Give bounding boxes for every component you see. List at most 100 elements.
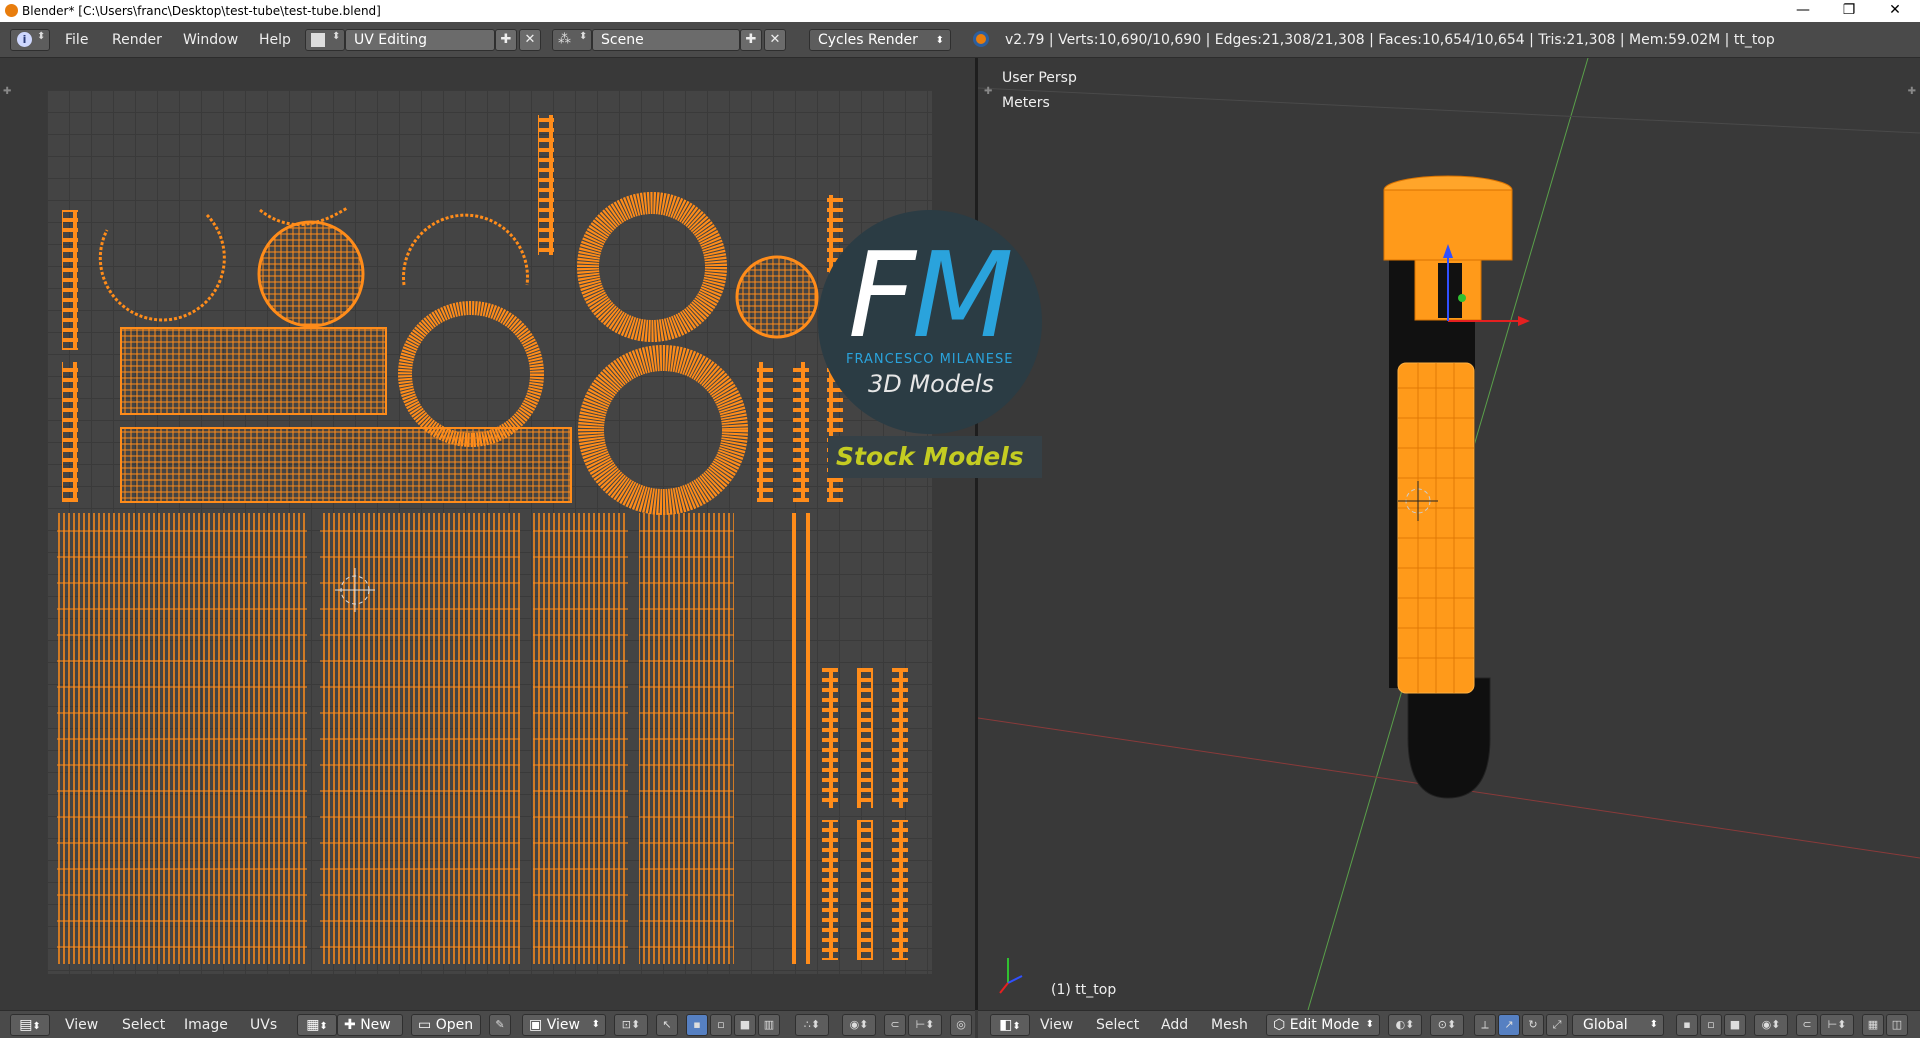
uv-island-disc-2 [735,255,819,339]
uv-menu-uvs[interactable]: UVs [250,1017,277,1033]
new-image-label: New [360,1017,391,1033]
menu-window[interactable]: Window [183,32,238,48]
image-editor-icon: ▤ [19,1017,33,1033]
menu-file[interactable]: File [65,32,88,48]
uv-menu-select[interactable]: Select [122,1017,165,1033]
edge-select-icon[interactable]: ▫ [710,1014,732,1036]
menu-help[interactable]: Help [259,32,291,48]
vertex-select-icon[interactable]: ▪ [686,1014,708,1036]
updown-arrow-icon: ⬍ [935,35,944,46]
rotate-manipulator-icon[interactable]: ↻ [1522,1014,1544,1036]
watermark-banner: Stock Models [828,436,1042,478]
window-title: Blender* [C:\Users\franc\Desktop\test-tu… [22,4,381,18]
snap-icon[interactable]: ⊂ [884,1014,906,1036]
remove-scene-button[interactable]: ✕ [764,29,786,51]
3d-viewport[interactable]: User Persp Meters (1) tt_top ✚ ✚ [978,58,1920,1010]
uv-island-ladder-5 [793,362,809,502]
view-mode-label: View [546,1017,580,1033]
minimize-button[interactable]: — [1780,0,1826,22]
plus-icon: ✚ [344,1017,361,1033]
area-split-handle-icon[interactable]: ✚ [984,86,992,97]
translate-manipulator-icon[interactable]: ↗ [1498,1014,1520,1036]
uv-island-ladder-1 [62,210,78,350]
viewport-header: ◧⬍ View Select Add Mesh ⬡ Edit Mode ⬍ ◐⬍ … [978,1010,1920,1038]
restore-button[interactable]: ❐ [1826,0,1872,22]
pin-icon[interactable]: ✎ [489,1014,511,1036]
blender-app-icon [5,4,18,17]
screen-layout-browse[interactable]: ⬍ [305,29,345,51]
open-image-button[interactable]: ▭ Open [411,1014,481,1036]
uv-island-ladder-2 [62,362,78,502]
snap-toggle-icon[interactable]: ⊂ [1796,1014,1818,1036]
logo-monogram: FM [848,236,1014,354]
remove-screen-button[interactable]: ✕ [519,29,541,51]
uv-menu-image[interactable]: Image [184,1017,228,1033]
gizmo-x-arrow-head [1518,316,1530,326]
updown-arrow-icon: ⬍ [1365,1019,1374,1030]
gizmo-y-handle [1458,294,1466,302]
area-split-handle-icon[interactable]: ✚ [1908,86,1916,97]
mode-dropdown[interactable]: ⬡ Edit Mode ⬍ [1266,1014,1380,1036]
image-browse-button[interactable]: ▦⬍ [297,1014,337,1036]
pivot-point-icon[interactable]: ⊙⬍ [1430,1014,1464,1036]
uv-island-ladder-9 [857,668,873,808]
plus-icon: ✚ [745,32,757,47]
scale-manipulator-icon[interactable]: ⤢ [1546,1014,1568,1036]
scene-field[interactable]: Scene [592,29,740,51]
transform-orientation-label: Global [1583,1017,1628,1033]
snap-target-icon[interactable]: ⊢⬍ [1820,1014,1854,1036]
viewport-menu-add[interactable]: Add [1161,1017,1188,1033]
uv-grid-canvas[interactable] [47,90,932,974]
sticky-select-icon[interactable]: ∴⬍ [795,1014,829,1036]
proportional-edit-icon[interactable]: ◉⬍ [842,1014,876,1036]
island-select-icon[interactable]: ▥ [758,1014,780,1036]
proportional-editing-icon[interactable]: ◉⬍ [1754,1014,1788,1036]
3d-view-icon: ◧ [999,1017,1013,1033]
render-engine-dropdown[interactable]: Cycles Render ⬍ [809,29,951,51]
opengl-render-icon[interactable]: ◫ [1886,1014,1908,1036]
close-button[interactable]: ✕ [1872,0,1918,22]
transform-orientation-dropdown[interactable]: Global ⬍ [1572,1014,1664,1036]
viewport-shading-icon[interactable]: ◐⬍ [1388,1014,1422,1036]
face-select-mode-icon[interactable]: ■ [1724,1014,1746,1036]
add-screen-button[interactable]: ✚ [495,29,517,51]
tube-neck-inner [1438,263,1462,318]
new-image-button[interactable]: ✚ New [337,1014,403,1036]
uv-island-ring-2 [577,192,727,342]
cursor-select-icon[interactable]: ↖ [656,1014,678,1036]
image-icon: ▦ [306,1017,320,1033]
uv-island-ladder-8 [822,668,838,808]
vertex-select-mode-icon[interactable]: ▪ [1676,1014,1698,1036]
folder-icon: ▭ [418,1017,436,1033]
uv-editor-type-selector[interactable]: ▤⬍ [10,1014,50,1036]
viewport-scene-drawing [978,58,1920,1010]
viewport-menu-select[interactable]: Select [1096,1017,1139,1033]
updown-arrow-icon: ⬍ [32,1021,41,1032]
screen-layout-field[interactable]: UV Editing [345,29,495,51]
add-scene-button[interactable]: ✚ [740,29,762,51]
uv-editor-area[interactable]: ✚ [0,58,975,1010]
edge-select-mode-icon[interactable]: ▫ [1700,1014,1722,1036]
logo-letter-m: M [911,226,1014,364]
uv-island-disc-1 [257,220,365,328]
scene-browse[interactable]: ⁂ ⬍ [552,29,592,51]
view-mode-dropdown[interactable]: ▣ View ⬍ [522,1014,606,1036]
updown-arrow-icon: ⬍ [332,31,341,42]
viewport-menu-view[interactable]: View [1040,1017,1073,1033]
uv-island-ladder-13 [892,820,908,960]
close-icon: ✕ [524,32,536,47]
viewport-menu-mesh[interactable]: Mesh [1211,1017,1248,1033]
manipulator-toggle-icon[interactable]: ⟂ [1474,1014,1496,1036]
viewport-editor-type-selector[interactable]: ◧⬍ [990,1014,1030,1036]
render-slot-icon[interactable]: ◎ [950,1014,972,1036]
pivot-icon[interactable]: ⊡⬍ [614,1014,648,1036]
uv-menu-view[interactable]: View [65,1017,98,1033]
snap-element-icon[interactable]: ⊢⬍ [908,1014,942,1036]
face-select-icon[interactable]: ■ [734,1014,756,1036]
uv-islands-drawing [57,115,908,964]
area-split-handle-icon[interactable]: ✚ [3,86,11,97]
open-image-label: Open [435,1017,474,1033]
editor-type-selector[interactable]: i ⬍ [10,29,50,51]
render-preview-icon[interactable]: ▦ [1862,1014,1884,1036]
menu-render[interactable]: Render [112,32,162,48]
